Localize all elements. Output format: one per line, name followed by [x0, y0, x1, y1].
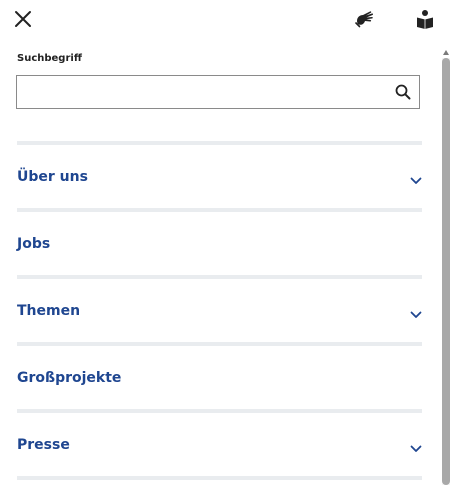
nav-item-grossprojekte[interactable]: Großprojekte: [17, 346, 422, 409]
search-field: [16, 75, 420, 109]
nav-item-label: Über uns: [17, 168, 88, 185]
scrollbar-thumb[interactable]: [442, 58, 450, 485]
sign-language-button[interactable]: [354, 9, 374, 29]
nav-item-label: Großprojekte: [17, 369, 122, 386]
nav-item-themen[interactable]: Themen: [17, 279, 422, 342]
top-bar: [0, 0, 450, 40]
chevron-down-icon[interactable]: [410, 445, 422, 453]
nav-item-jobs[interactable]: Jobs: [17, 212, 422, 275]
scroll-up-arrow[interactable]: [443, 50, 449, 55]
search-label: Suchbegriff: [17, 53, 82, 64]
easy-language-button[interactable]: [416, 9, 434, 29]
nav-item-label: Jobs: [17, 235, 51, 252]
chevron-down-icon[interactable]: [410, 311, 422, 319]
divider: [17, 476, 422, 480]
nav-item-ueber-uns[interactable]: Über uns: [17, 145, 422, 208]
search-icon: [395, 84, 411, 100]
easy-language-icon: [417, 10, 433, 29]
search-button[interactable]: [395, 84, 411, 100]
nav-item-label: Themen: [17, 302, 81, 319]
scrollbar-track[interactable]: [442, 58, 450, 485]
sign-language-icon: [355, 11, 374, 28]
search-input[interactable]: [17, 76, 387, 108]
close-icon: [15, 11, 31, 27]
navigation-overlay: Suchbegriff Über uns Jobs Themen Großpro…: [0, 0, 450, 485]
main-navigation: Über uns Jobs Themen Großprojekte Presse: [17, 141, 422, 480]
chevron-down-icon[interactable]: [410, 177, 422, 185]
close-button[interactable]: [12, 8, 34, 30]
nav-item-label: Presse: [17, 436, 70, 453]
nav-item-presse[interactable]: Presse: [17, 413, 422, 476]
